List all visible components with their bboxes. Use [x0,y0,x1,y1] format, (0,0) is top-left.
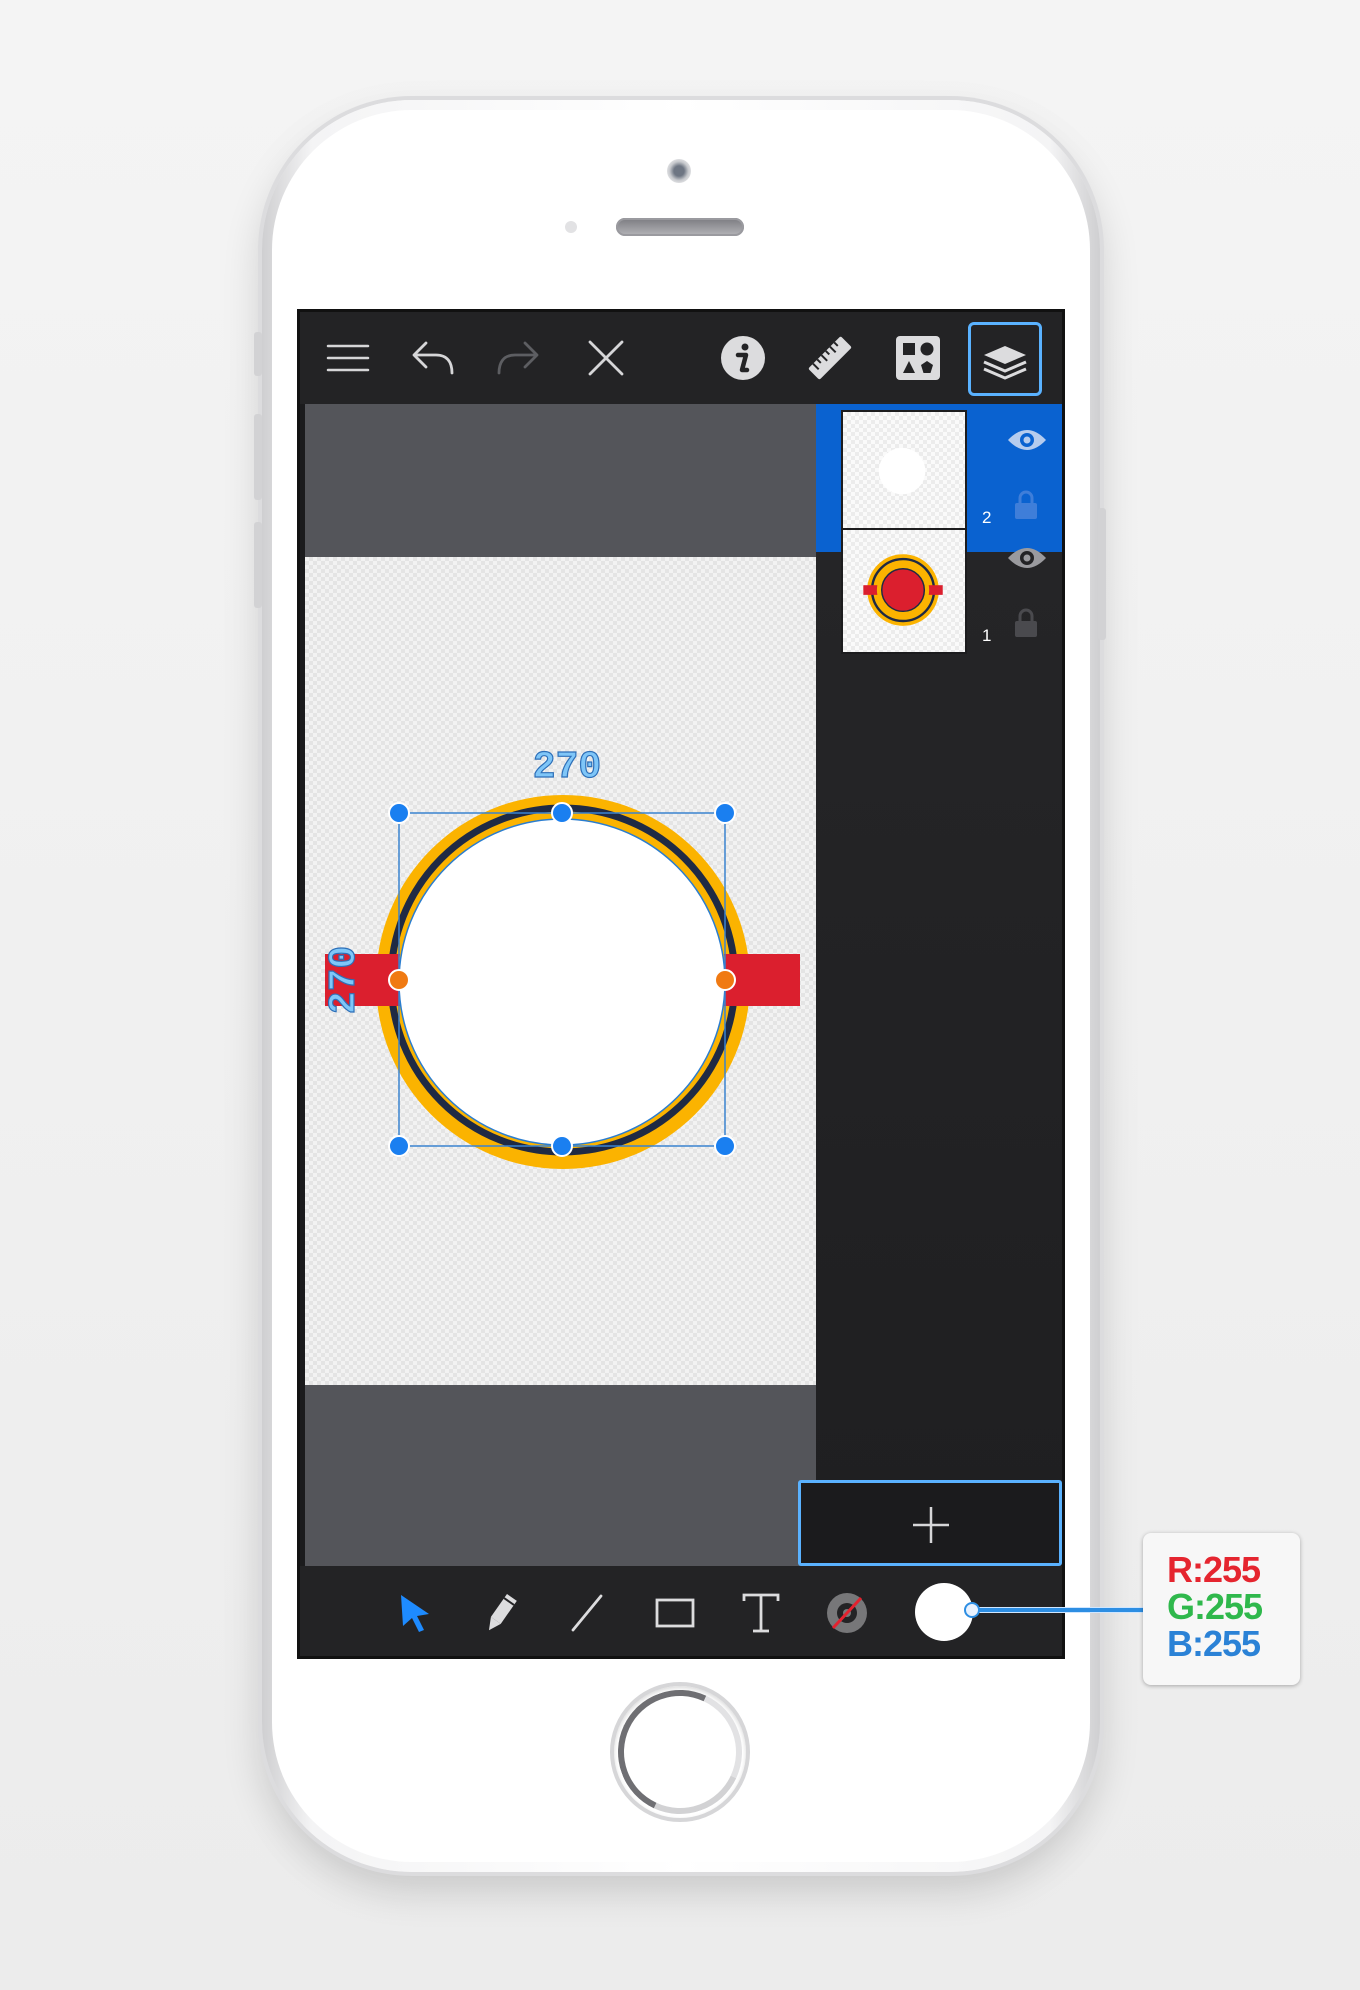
handle-bottom-right[interactable] [714,1135,736,1157]
layer-thumbnail [841,410,967,536]
info-icon[interactable] [715,330,771,386]
top-toolbar [300,312,1062,404]
home-button[interactable] [610,1682,750,1822]
assets-icon[interactable] [890,330,946,386]
bottom-toolbar [300,1566,1062,1656]
handle-top-left[interactable] [388,802,410,824]
layers-panel: 2 1 [816,404,1062,1507]
stroke-color-icon[interactable] [820,1586,874,1640]
artwork[interactable]: 270 270 [305,557,816,1385]
redo-icon[interactable] [490,330,546,386]
height-label: 270 [323,946,366,1014]
undo-icon[interactable] [405,330,461,386]
green-value: G:255 [1167,1586,1263,1627]
line-tool-icon[interactable] [560,1586,614,1640]
rectangle-tool-icon[interactable] [648,1586,702,1640]
blue-value: B:255 [1167,1623,1261,1664]
select-tool-icon[interactable] [388,1586,442,1640]
handle-middle-right[interactable] [714,969,736,991]
add-layer-button[interactable] [798,1480,1062,1566]
red-value: R:255 [1167,1549,1261,1590]
handle-bottom-middle[interactable] [551,1135,573,1157]
artboard[interactable]: 270 270 [305,557,816,1385]
width-label: 270 [533,746,601,789]
layer-thumbnail [841,528,967,654]
layers-icon[interactable] [968,322,1042,396]
close-icon[interactable] [578,330,634,386]
callout-anchor [964,1602,980,1618]
menu-icon[interactable] [320,330,376,386]
handle-top-middle[interactable] [551,802,573,824]
app-screen: 270 270 2 1 [300,312,1062,1656]
visibility-eye-icon[interactable] [1006,426,1048,454]
plus-icon [913,1507,949,1543]
front-camera [667,159,691,183]
power-button [1098,508,1106,640]
lock-icon[interactable] [1014,490,1038,520]
callout-connector [972,1608,1144,1612]
layer-item-1[interactable]: 1 [816,522,1062,670]
ruler-icon[interactable] [802,330,858,386]
handle-bottom-left[interactable] [388,1135,410,1157]
canvas-viewport[interactable]: 270 270 [305,404,816,1598]
mute-switch [254,332,262,376]
visibility-eye-icon[interactable] [1006,544,1048,572]
earpiece-speaker [616,218,744,236]
lock-icon[interactable] [1014,608,1038,638]
white-circle[interactable] [398,818,726,1146]
layer-number: 1 [982,626,992,645]
pencil-tool-icon[interactable] [474,1586,528,1640]
volume-down-button [254,522,262,608]
volume-up-button [254,414,262,500]
handle-top-right[interactable] [714,802,736,824]
handle-middle-left[interactable] [388,969,410,991]
rgb-readout: R:255 G:255 B:255 [1143,1533,1300,1685]
text-tool-icon[interactable] [734,1586,788,1640]
proximity-sensor [565,221,577,233]
